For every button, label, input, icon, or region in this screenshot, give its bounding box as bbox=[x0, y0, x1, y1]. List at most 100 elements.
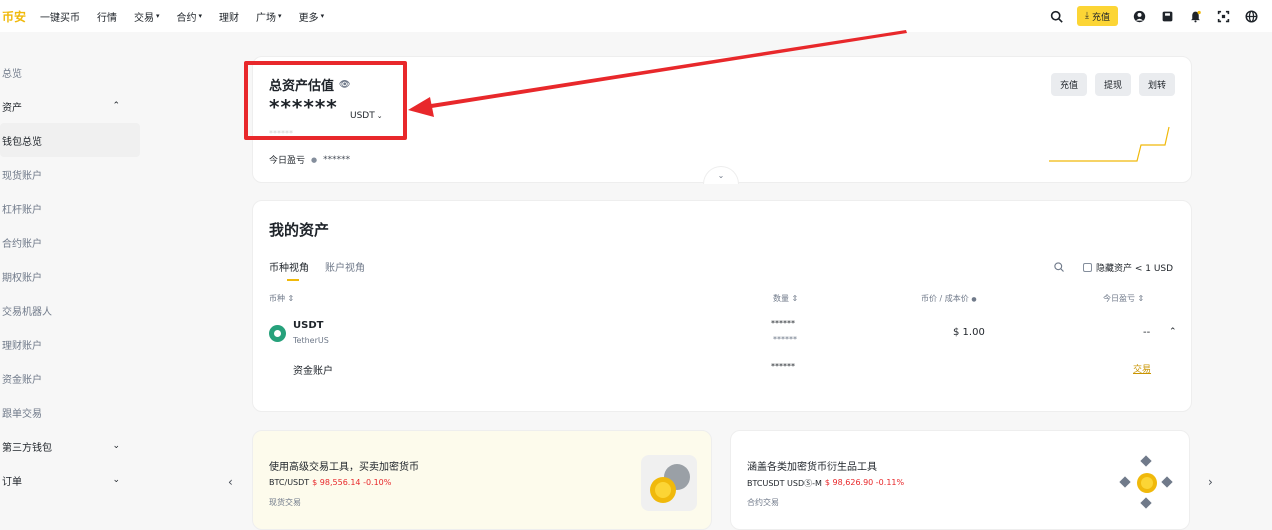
sidebar-item-label: 资产 bbox=[2, 102, 22, 114]
nav-menu: 一键买币 行情 交易 ▾ 合约 ▾ 理财 广场 ▾ 更多 ▾ bbox=[40, 9, 341, 24]
sidebar-item-label: 杠杆账户 bbox=[2, 204, 42, 216]
coin-price: $ 1.00 bbox=[953, 327, 985, 338]
sidebar-item-10[interactable]: 跟单交易 bbox=[0, 395, 140, 429]
promo-price: $ 98,556.14 -0.10% bbox=[312, 478, 392, 487]
carousel-next-icon[interactable]: › bbox=[1208, 475, 1213, 489]
sidebar-item-1[interactable]: 资产 ⌃ bbox=[0, 89, 140, 123]
nav-item-3[interactable]: 合约 ▾ bbox=[177, 9, 203, 24]
sidebar-item-9[interactable]: 资金账户 bbox=[0, 361, 140, 395]
sidebar-item-label: 期权账户 bbox=[2, 272, 42, 284]
sidebar-item-2[interactable]: 钱包总览 bbox=[0, 123, 140, 157]
chevron-down-icon: ▾ bbox=[278, 12, 282, 20]
nav-item-label: 更多 bbox=[298, 12, 319, 24]
sidebar-item-label: 交易机器人 bbox=[2, 306, 52, 318]
sidebar-item-0[interactable]: 总览 bbox=[0, 55, 140, 89]
search-icon[interactable] bbox=[1053, 261, 1065, 273]
nav-item-label: 行情 bbox=[97, 12, 118, 24]
sidebar-item-label: 现货账户 bbox=[2, 170, 42, 182]
wallet-icon[interactable] bbox=[1160, 9, 1174, 23]
globe-icon[interactable] bbox=[1244, 9, 1258, 23]
sidebar-item-label: 合约账户 bbox=[2, 238, 42, 250]
sidebar: 总览资产 ⌃ 钱包总览现货账户杠杆账户合约账户期权账户交易机器人理财账户资金账户跟单… bbox=[0, 55, 140, 497]
trade-link[interactable]: 交易 bbox=[1133, 362, 1151, 375]
sidebar-item-11[interactable]: 第三方钱包 ⌄ bbox=[0, 429, 140, 463]
header-coin[interactable]: 币种 ⇕ bbox=[269, 293, 294, 304]
nav-item-4[interactable]: 理财 bbox=[219, 9, 239, 24]
carousel-prev-icon[interactable]: ‹ bbox=[228, 475, 233, 489]
nav-item-0[interactable]: 一键买币 bbox=[40, 9, 80, 24]
top-nav: 币安 一键买币 行情 交易 ▾ 合约 ▾ 理财 广场 ▾ 更多 ▾ ⤓ 充值 bbox=[0, 0, 1272, 32]
promo-price: $ 98,626.90 -0.11% bbox=[824, 478, 905, 487]
tab-coin-view[interactable]: 币种视角 bbox=[269, 259, 309, 281]
hide-small-label: 隐藏资产 < 1 USD bbox=[1096, 264, 1174, 274]
promo-title: 使用高级交易工具，买卖加密货币 bbox=[269, 462, 419, 473]
coin-amount: ****** bbox=[771, 319, 795, 328]
sidebar-item-7[interactable]: 交易机器人 bbox=[0, 293, 140, 327]
chevron-up-icon[interactable]: ⌃ bbox=[1169, 327, 1177, 337]
sidebar-item-12[interactable]: 订单 ⌄ bbox=[0, 463, 140, 497]
coin-amount-sub: ****** bbox=[773, 335, 797, 344]
nav-item-label: 广场 bbox=[256, 12, 277, 24]
promo-ticker: BTC/USDT $ 98,556.14 -0.10% bbox=[269, 478, 391, 487]
promo-title: 涵盖各类加密货币衍生品工具 bbox=[747, 462, 877, 473]
hide-small-assets[interactable]: 隐藏资产 < 1 USD bbox=[1083, 261, 1173, 274]
today-pnl-value: ****** bbox=[323, 154, 351, 165]
promo-ticker: BTCUSDT USDⓈ-M $ 98,626.90 -0.11% bbox=[747, 478, 904, 489]
promo-card-futures[interactable]: 涵盖各类加密货币衍生品工具 BTCUSDT USDⓈ-M $ 98,626.90… bbox=[730, 430, 1190, 530]
nav-item-1[interactable]: 行情 bbox=[97, 9, 117, 24]
expand-toggle[interactable]: ⌄ bbox=[703, 166, 739, 184]
sidebar-item-5[interactable]: 合约账户 bbox=[0, 225, 140, 259]
sidebar-item-4[interactable]: 杠杆账户 bbox=[0, 191, 140, 225]
today-pnl: 今日盈亏 ● ****** bbox=[269, 153, 351, 167]
deposit-action-button[interactable]: 充值 bbox=[1050, 73, 1087, 96]
nav-item-5[interactable]: 广场 ▾ bbox=[256, 9, 282, 24]
info-icon[interactable]: ● bbox=[311, 156, 317, 164]
header-price-label: 币价 / 成本价 bbox=[921, 294, 969, 303]
highlight-box bbox=[244, 61, 407, 140]
chevron-down-icon: ⌄ bbox=[112, 475, 120, 485]
hide-small-checkbox[interactable] bbox=[1083, 263, 1092, 272]
promo-label: 现货交易 bbox=[269, 498, 301, 507]
deposit-button[interactable]: ⤓ 充值 bbox=[1077, 6, 1118, 26]
coin-full-name: TetherUS bbox=[293, 336, 329, 345]
action-buttons: 充值 提现 划转 bbox=[1050, 73, 1175, 96]
header-pnl[interactable]: 今日盈亏 ⇕ bbox=[1103, 293, 1144, 304]
download-icon: ⤓ bbox=[1085, 11, 1089, 21]
chevron-up-icon: ⌃ bbox=[112, 101, 120, 111]
nav-item-label: 一键买币 bbox=[40, 12, 81, 24]
info-icon[interactable]: ● bbox=[971, 296, 976, 303]
nav-item-6[interactable]: 更多 ▾ bbox=[299, 9, 325, 24]
sidebar-item-8[interactable]: 理财账户 bbox=[0, 327, 140, 361]
sidebar-item-3[interactable]: 现货账户 bbox=[0, 157, 140, 191]
promo-pair: BTCUSDT USDⓈ-M bbox=[747, 479, 822, 488]
today-pnl-label: 今日盈亏 bbox=[269, 156, 306, 166]
nav-item-label: 交易 bbox=[134, 12, 155, 24]
funding-account-amount: ****** bbox=[771, 362, 795, 371]
my-assets-title: 我的资产 bbox=[269, 221, 330, 239]
balance-sparkline bbox=[1049, 126, 1170, 162]
brand-logo[interactable]: 币安 bbox=[2, 8, 26, 25]
withdraw-action-button[interactable]: 提现 bbox=[1094, 73, 1131, 96]
sidebar-item-label: 总览 bbox=[2, 68, 22, 80]
search-icon[interactable] bbox=[1049, 9, 1063, 23]
transfer-action-button[interactable]: 划转 bbox=[1138, 73, 1175, 96]
my-assets-card: 我的资产 币种视角 账户视角 隐藏资产 < 1 USD 币种 ⇕ 数量 ⇕ 币价… bbox=[252, 200, 1192, 412]
funding-account-label: 资金账户 bbox=[293, 366, 333, 377]
nav-item-2[interactable]: 交易 ▾ bbox=[134, 9, 160, 24]
nav-item-label: 理财 bbox=[219, 12, 240, 24]
sidebar-item-6[interactable]: 期权账户 bbox=[0, 259, 140, 293]
asset-view-tabs: 币种视角 账户视角 bbox=[269, 259, 365, 281]
sidebar-item-label: 理财账户 bbox=[2, 340, 42, 352]
chevron-down-icon: ⌄ bbox=[112, 441, 120, 451]
bell-icon[interactable] bbox=[1188, 9, 1202, 23]
coin-symbol[interactable]: USDT bbox=[293, 320, 323, 331]
usdt-coin-icon bbox=[269, 325, 286, 342]
header-amount[interactable]: 数量 ⇕ bbox=[773, 293, 798, 304]
tab-account-view[interactable]: 账户视角 bbox=[325, 259, 365, 274]
sidebar-item-label: 资金账户 bbox=[2, 374, 42, 386]
header-price: 币价 / 成本价 ● bbox=[921, 293, 977, 304]
promo-card-spot[interactable]: 使用高级交易工具，买卖加密货币 BTC/USDT $ 98,556.14 -0.… bbox=[252, 430, 712, 530]
coin-pnl: -- bbox=[1143, 327, 1151, 338]
download-app-icon[interactable] bbox=[1216, 9, 1230, 23]
user-icon[interactable] bbox=[1132, 9, 1146, 23]
